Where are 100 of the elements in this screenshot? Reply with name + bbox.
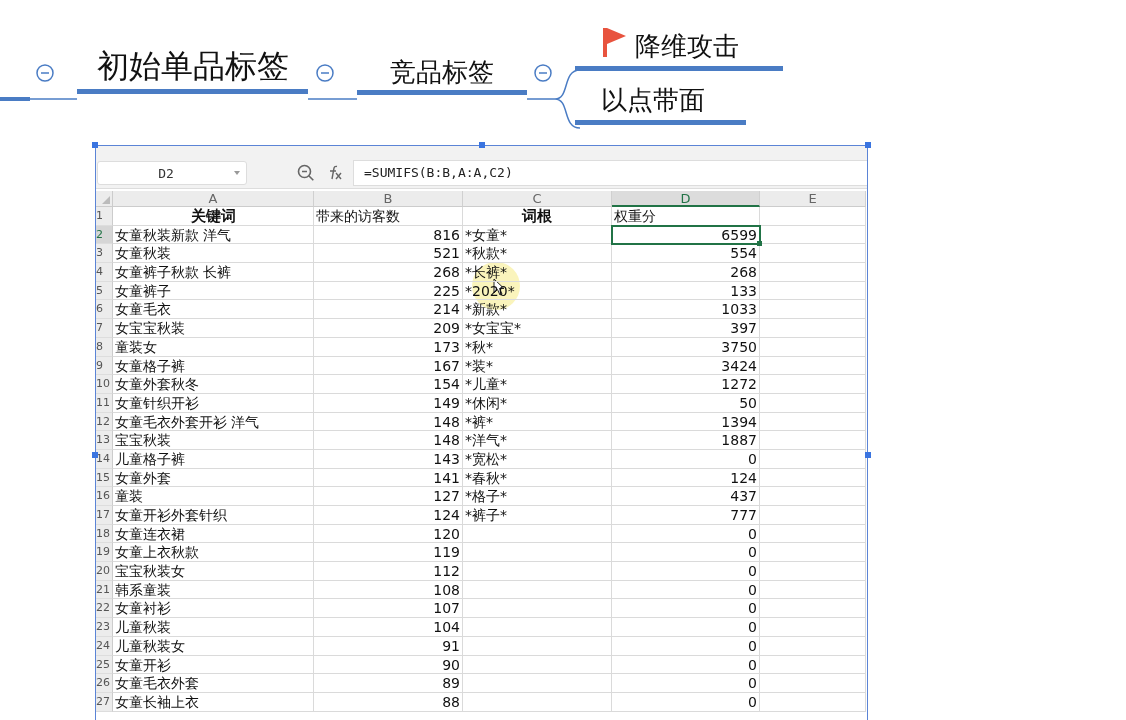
table-cell: 148 xyxy=(314,412,463,432)
table-cell: 0 xyxy=(612,524,760,544)
table-cell: 女童格子裤 xyxy=(113,356,314,376)
table-cell: 777 xyxy=(612,506,760,525)
resize-handle[interactable] xyxy=(865,452,871,458)
table-cell: 1272 xyxy=(612,375,760,394)
topic-node[interactable]: 降维攻击 xyxy=(575,26,783,71)
column-header[interactable]: D xyxy=(612,191,760,207)
table-cell: 90 xyxy=(314,655,463,675)
resize-handle[interactable] xyxy=(92,142,98,148)
table-cell: 149 xyxy=(314,393,463,413)
resize-handle[interactable] xyxy=(479,142,485,148)
table-cell: 397 xyxy=(612,319,760,338)
table-cell: 3424 xyxy=(612,356,760,376)
table-cell: 91 xyxy=(314,636,463,656)
table-cell: 120 xyxy=(314,524,463,544)
table-cell: *格子* xyxy=(463,487,612,506)
table-cell: 女童毛衣外套 xyxy=(113,674,314,693)
table-cell: 女童上衣秋款 xyxy=(113,543,314,563)
table-cell: 119 xyxy=(314,543,463,563)
table-cell: *春秋* xyxy=(463,468,612,488)
table-cell: 112 xyxy=(314,562,463,581)
connector-line xyxy=(307,98,358,100)
table-cell: 816 xyxy=(314,225,463,245)
column-header[interactable]: E xyxy=(760,191,866,207)
branch-connector xyxy=(526,69,581,129)
table-cell: 0 xyxy=(612,543,760,563)
table-cell: 89 xyxy=(314,674,463,693)
table-cell: 1033 xyxy=(612,300,760,320)
table-cell: 437 xyxy=(612,487,760,506)
table-cell: 0 xyxy=(612,692,760,712)
table-cell: *女宝宝* xyxy=(463,319,612,338)
table-cell: 韩系童装 xyxy=(113,580,314,600)
table-cell: 50 xyxy=(612,393,760,413)
table-cell: *裤子* xyxy=(463,506,612,525)
table-cell: 女童毛衣 xyxy=(113,300,314,320)
collapse-icon[interactable] xyxy=(534,64,552,82)
table-cell: 107 xyxy=(314,599,463,619)
table-cell: 儿童秋装 xyxy=(113,618,314,637)
table-cell: 268 xyxy=(612,263,760,282)
table-cell: 女童裤子 xyxy=(113,281,314,301)
table-cell: 童装 xyxy=(113,487,314,506)
topic-node[interactable]: 以点带面 xyxy=(575,86,746,125)
column-header[interactable]: C xyxy=(463,191,612,207)
table-cell: 女童开衫 xyxy=(113,655,314,675)
triangle-icon xyxy=(102,196,110,204)
table-cell: 女童裤子秋款 长裤 xyxy=(113,263,314,282)
table-cell: 女童外套秋冬 xyxy=(113,375,314,394)
topic-node[interactable]: 初始单品标签 xyxy=(77,48,308,94)
collapse-icon[interactable] xyxy=(316,64,334,82)
table-cell: 154 xyxy=(314,375,463,394)
table-cell: 女童外套 xyxy=(113,468,314,488)
table-cell: 儿童秋装女 xyxy=(113,636,314,656)
table-cell: 214 xyxy=(314,300,463,320)
dropdown-icon[interactable] xyxy=(234,171,240,175)
resize-handle[interactable] xyxy=(865,142,871,148)
name-box[interactable]: D2 xyxy=(97,161,247,185)
table-cell: *秋* xyxy=(463,337,612,357)
formula-field[interactable]: =SUMIFS(B:B,A:A,C2) xyxy=(353,160,868,186)
table-cell: 女童连衣裙 xyxy=(113,524,314,544)
table-cell: 108 xyxy=(314,580,463,600)
column-header[interactable]: A xyxy=(113,191,314,207)
table-cell: 209 xyxy=(314,319,463,338)
table-cell: 女童衬衫 xyxy=(113,599,314,619)
header-cell: 带来的访客数 xyxy=(314,207,463,226)
table-cell: 女童秋装 xyxy=(113,244,314,264)
table-cell: *洋气* xyxy=(463,431,612,450)
table-cell: 143 xyxy=(314,449,463,469)
table-cell: 女宝宝秋装 xyxy=(113,319,314,338)
table-cell: 女童毛衣外套开衫 洋气 xyxy=(113,412,314,432)
table-cell: 124 xyxy=(612,468,760,488)
table-cell: 0 xyxy=(612,449,760,469)
table-cell: 167 xyxy=(314,356,463,376)
table-cell: 3750 xyxy=(612,337,760,357)
table-cell: *裤* xyxy=(463,412,612,432)
fill-handle[interactable] xyxy=(757,241,762,247)
collapse-icon[interactable] xyxy=(36,64,54,82)
resize-handle[interactable] xyxy=(92,452,98,458)
table-cell: 268 xyxy=(314,263,463,282)
topic-node[interactable]: 竞品标签 xyxy=(357,58,527,95)
table-cell: *装* xyxy=(463,356,612,376)
table-cell: 127 xyxy=(314,487,463,506)
table-cell: 88 xyxy=(314,692,463,712)
table-cell: 1887 xyxy=(612,431,760,450)
table-cell: 童装女 xyxy=(113,337,314,357)
table-cell: 124 xyxy=(314,506,463,525)
table-cell: 141 xyxy=(314,468,463,488)
table-cell: 女童针织开衫 xyxy=(113,393,314,413)
table-cell: *儿童* xyxy=(463,375,612,394)
table-cell: 554 xyxy=(612,244,760,264)
column-header[interactable]: B xyxy=(314,191,463,207)
zoom-icon[interactable] xyxy=(297,164,315,182)
table-cell: 104 xyxy=(314,618,463,637)
table-cell: *女童* xyxy=(463,225,612,245)
table-cell: 女童长袖上衣 xyxy=(113,692,314,712)
table-cell: 0 xyxy=(612,636,760,656)
table-cell: *秋款* xyxy=(463,244,612,264)
header-cell: 关键词 xyxy=(113,207,314,226)
table-cell: 儿童格子裤 xyxy=(113,449,314,469)
table-cell: 0 xyxy=(612,599,760,619)
